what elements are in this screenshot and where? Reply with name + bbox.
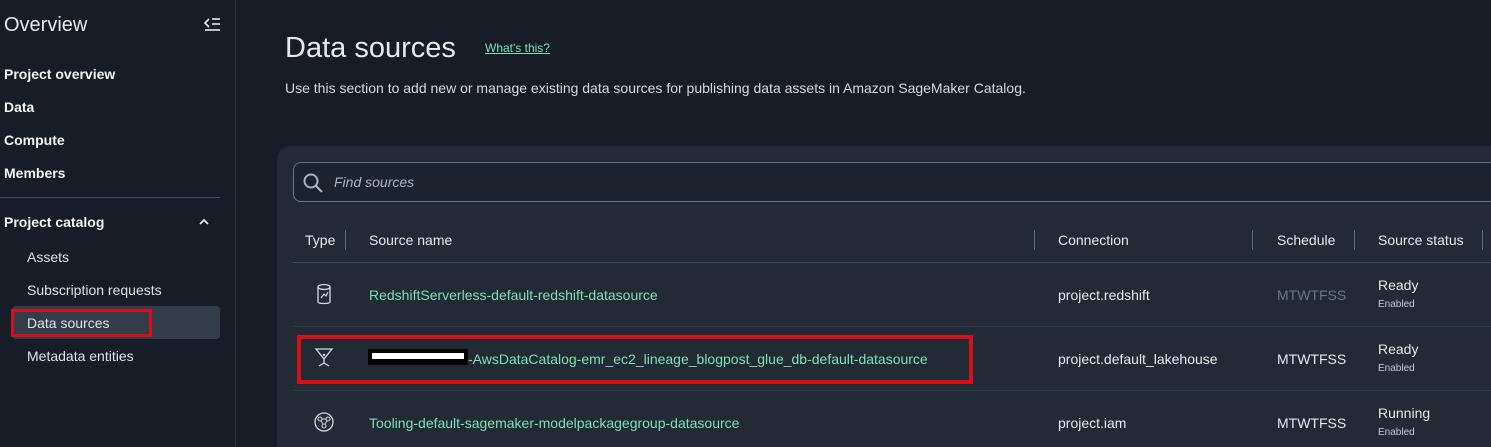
sidebar-item-data[interactable]: Data [4, 99, 34, 115]
whats-this-link[interactable]: What's this? [485, 41, 550, 55]
sidebar: Overview Project overview Data Compute M… [0, 0, 236, 447]
column-divider[interactable] [1354, 230, 1355, 250]
connection-cell: project.iam [1058, 415, 1127, 431]
status-cell: Ready [1378, 341, 1419, 357]
annotation-highlight-box [11, 309, 152, 337]
table-header-divider [293, 262, 1491, 263]
page-description: Use this section to add new or manage ex… [285, 80, 1026, 96]
connection-cell: project.default_lakehouse [1058, 351, 1218, 367]
search-input[interactable] [334, 163, 1474, 201]
sidebar-title: Overview [4, 14, 88, 36]
sidebar-item-subscription-requests[interactable]: Subscription requests [27, 282, 162, 298]
schedule-cell: MTWTFSS [1277, 287, 1347, 303]
status-sub-cell: Enabled [1378, 427, 1415, 438]
column-divider[interactable] [345, 230, 346, 250]
row-divider [293, 326, 1491, 327]
search-box[interactable] [293, 162, 1491, 202]
chevron-up-icon [199, 218, 209, 225]
sidebar-divider [0, 197, 220, 198]
status-cell: Running [1378, 405, 1431, 421]
connection-cell: project.redshift [1058, 287, 1150, 303]
column-divider[interactable] [1252, 230, 1253, 250]
sidebar-group-label: Project catalog [4, 214, 105, 230]
sidebar-item-project-overview[interactable]: Project overview [4, 66, 115, 82]
source-name-link[interactable]: Tooling-default-sagemaker-modelpackagegr… [369, 415, 739, 431]
column-divider[interactable] [1034, 230, 1035, 250]
column-header-type[interactable]: Type [305, 232, 335, 248]
column-divider[interactable] [1482, 230, 1483, 250]
column-header-source-name[interactable]: Source name [369, 232, 452, 248]
redshift-database-icon [317, 283, 331, 305]
column-header-schedule[interactable]: Schedule [1277, 232, 1335, 248]
column-header-connection[interactable]: Connection [1058, 232, 1129, 248]
sidebar-group-project-catalog[interactable]: Project catalog [4, 214, 218, 230]
sidebar-item-compute[interactable]: Compute [4, 132, 65, 148]
status-sub-cell: Enabled [1378, 363, 1415, 374]
sidebar-item-metadata-entities[interactable]: Metadata entities [27, 348, 134, 364]
status-sub-cell: Enabled [1378, 299, 1415, 310]
status-cell: Ready [1378, 277, 1419, 293]
source-name-link[interactable]: RedshiftServerless-default-redshift-data… [369, 287, 658, 303]
schedule-cell: MTWTFSS [1277, 415, 1347, 431]
annotation-highlight-box [297, 335, 973, 384]
sidebar-item-members[interactable]: Members [4, 165, 65, 181]
row-divider [293, 390, 1491, 391]
page-title: Data sources [285, 32, 456, 64]
schedule-cell: MTWTFSS [1277, 351, 1347, 367]
column-header-source-status[interactable]: Source status [1378, 232, 1464, 248]
collapse-menu-icon[interactable] [203, 16, 221, 34]
search-icon [303, 173, 323, 193]
sidebar-item-assets[interactable]: Assets [27, 249, 69, 265]
sagemaker-brain-icon [314, 412, 334, 432]
